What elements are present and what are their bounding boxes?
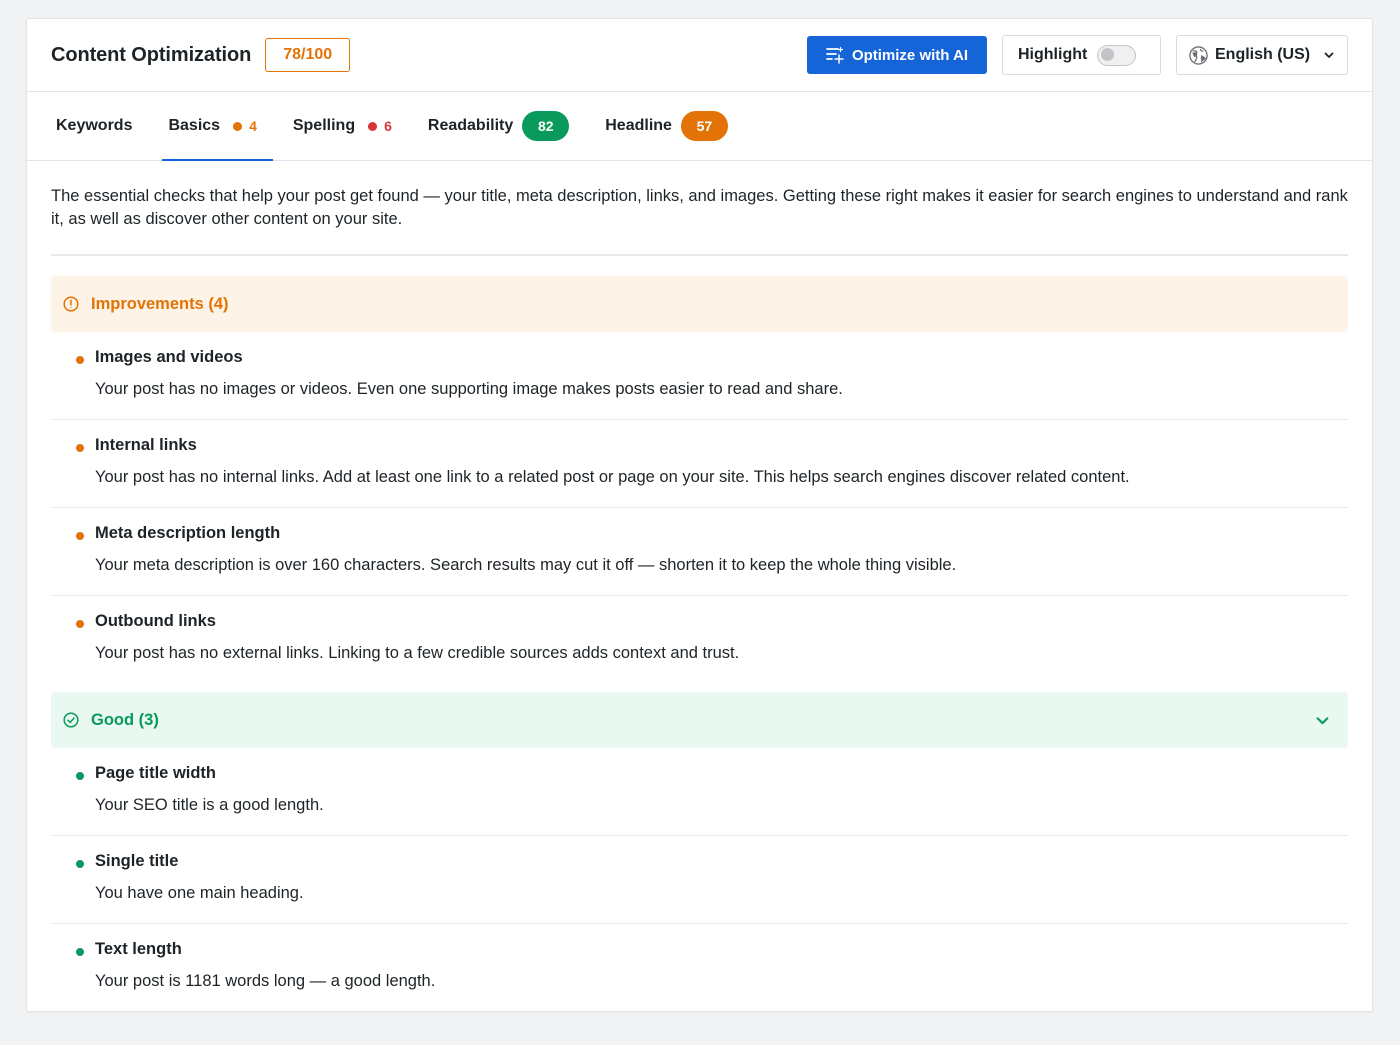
status-bullet (76, 444, 84, 452)
status-dot (368, 121, 378, 131)
tab-label: Headline (605, 117, 672, 134)
tab-label: Basics (168, 117, 221, 134)
item-description: Your SEO title is a good length. (95, 796, 324, 814)
panel-header: Content Optimization 78/100 Optimize wit… (27, 19, 1372, 92)
alert-circle-icon (63, 296, 79, 312)
tab-keywords[interactable]: Keywords (53, 92, 148, 160)
item-description: You have one main heading. (95, 884, 304, 902)
item-title: Single title (95, 852, 179, 870)
list-item: Meta description length Your meta descri… (51, 508, 1348, 596)
item-description: Your post has no internal links. Add at … (95, 468, 1130, 486)
status-bullet (76, 772, 84, 780)
highlight-toggle[interactable] (1097, 44, 1137, 66)
tab-bar: Keywords Basics 4 Spelling 6 Readability… (27, 92, 1372, 161)
item-title: Page title width (95, 764, 217, 782)
item-title: Meta description length (95, 524, 281, 542)
score-badge: 78/100 (265, 38, 351, 72)
item-title: Text length (95, 940, 182, 958)
content-optimization-panel: Content Optimization 78/100 Optimize wit… (26, 18, 1373, 1012)
list-item: Internal links Your post has no internal… (51, 420, 1348, 508)
tab-issue-count: 6 (384, 118, 392, 134)
tab-score-pill: 57 (680, 111, 728, 141)
language-label: English (US) (1215, 46, 1311, 63)
status-bullet (76, 356, 84, 364)
good-header[interactable]: Good (3) (51, 692, 1348, 748)
item-description: Your post is 1181 words long — a good le… (95, 972, 436, 990)
tab-issue-count: 4 (249, 118, 257, 134)
sparkle-list-icon (826, 46, 844, 64)
intro-text: The essential checks that help your post… (51, 161, 1348, 256)
item-title: Outbound links (95, 612, 216, 630)
good-label: Good (3) (91, 710, 159, 729)
panel-title: Content Optimization (51, 43, 252, 66)
globe-icon (1189, 45, 1208, 65)
list-item: Images and videos Your post has no image… (51, 332, 1348, 420)
chevron-down-icon[interactable] (1315, 713, 1330, 728)
list-item: Outbound links Your post has no external… (51, 596, 1348, 692)
optimize-with-ai-button[interactable]: Optimize with AI (807, 36, 987, 74)
status-bullet (76, 620, 84, 628)
item-title: Images and videos (95, 348, 243, 366)
item-description: Your post has no external links. Linking… (95, 644, 740, 662)
status-bullet (76, 532, 84, 540)
tab-label: Keywords (56, 117, 133, 134)
header-actions: Optimize with AI Highlight English (US) (807, 35, 1348, 75)
language-select[interactable]: English (US) (1176, 35, 1348, 75)
highlight-control: Highlight (1002, 35, 1161, 75)
tab-label: Readability (427, 117, 514, 134)
tab-label: Spelling (292, 117, 356, 134)
highlight-label: Highlight (1018, 46, 1088, 63)
status-bullet (76, 948, 84, 956)
item-description: Your post has no images or videos. Even … (95, 380, 843, 398)
tab-score-pill: 82 (522, 111, 570, 141)
tab-spelling[interactable]: Spelling 6 (290, 92, 408, 160)
optimize-with-ai-label: Optimize with AI (851, 46, 969, 64)
status-bullet (76, 860, 84, 868)
tab-readability[interactable]: Readability 82 (425, 92, 585, 160)
status-dot (233, 121, 243, 131)
improvements-header[interactable]: Improvements (4) (51, 276, 1348, 332)
list-item: Single title You have one main heading. (51, 836, 1348, 924)
tab-headline[interactable]: Headline 57 (602, 92, 744, 160)
list-item: Page title width Your SEO title is a goo… (51, 748, 1348, 836)
chevron-down-icon (1324, 52, 1334, 58)
list-item: Text length Your post is 1181 words long… (51, 924, 1348, 1012)
tab-basics[interactable]: Basics 4 (162, 92, 274, 161)
item-title: Internal links (95, 436, 197, 454)
tab-content: The essential checks that help your post… (51, 161, 1348, 1012)
improvements-label: Improvements (4) (91, 294, 229, 313)
item-description: Your meta description is over 160 charac… (95, 556, 957, 574)
check-circle-icon (63, 712, 79, 728)
